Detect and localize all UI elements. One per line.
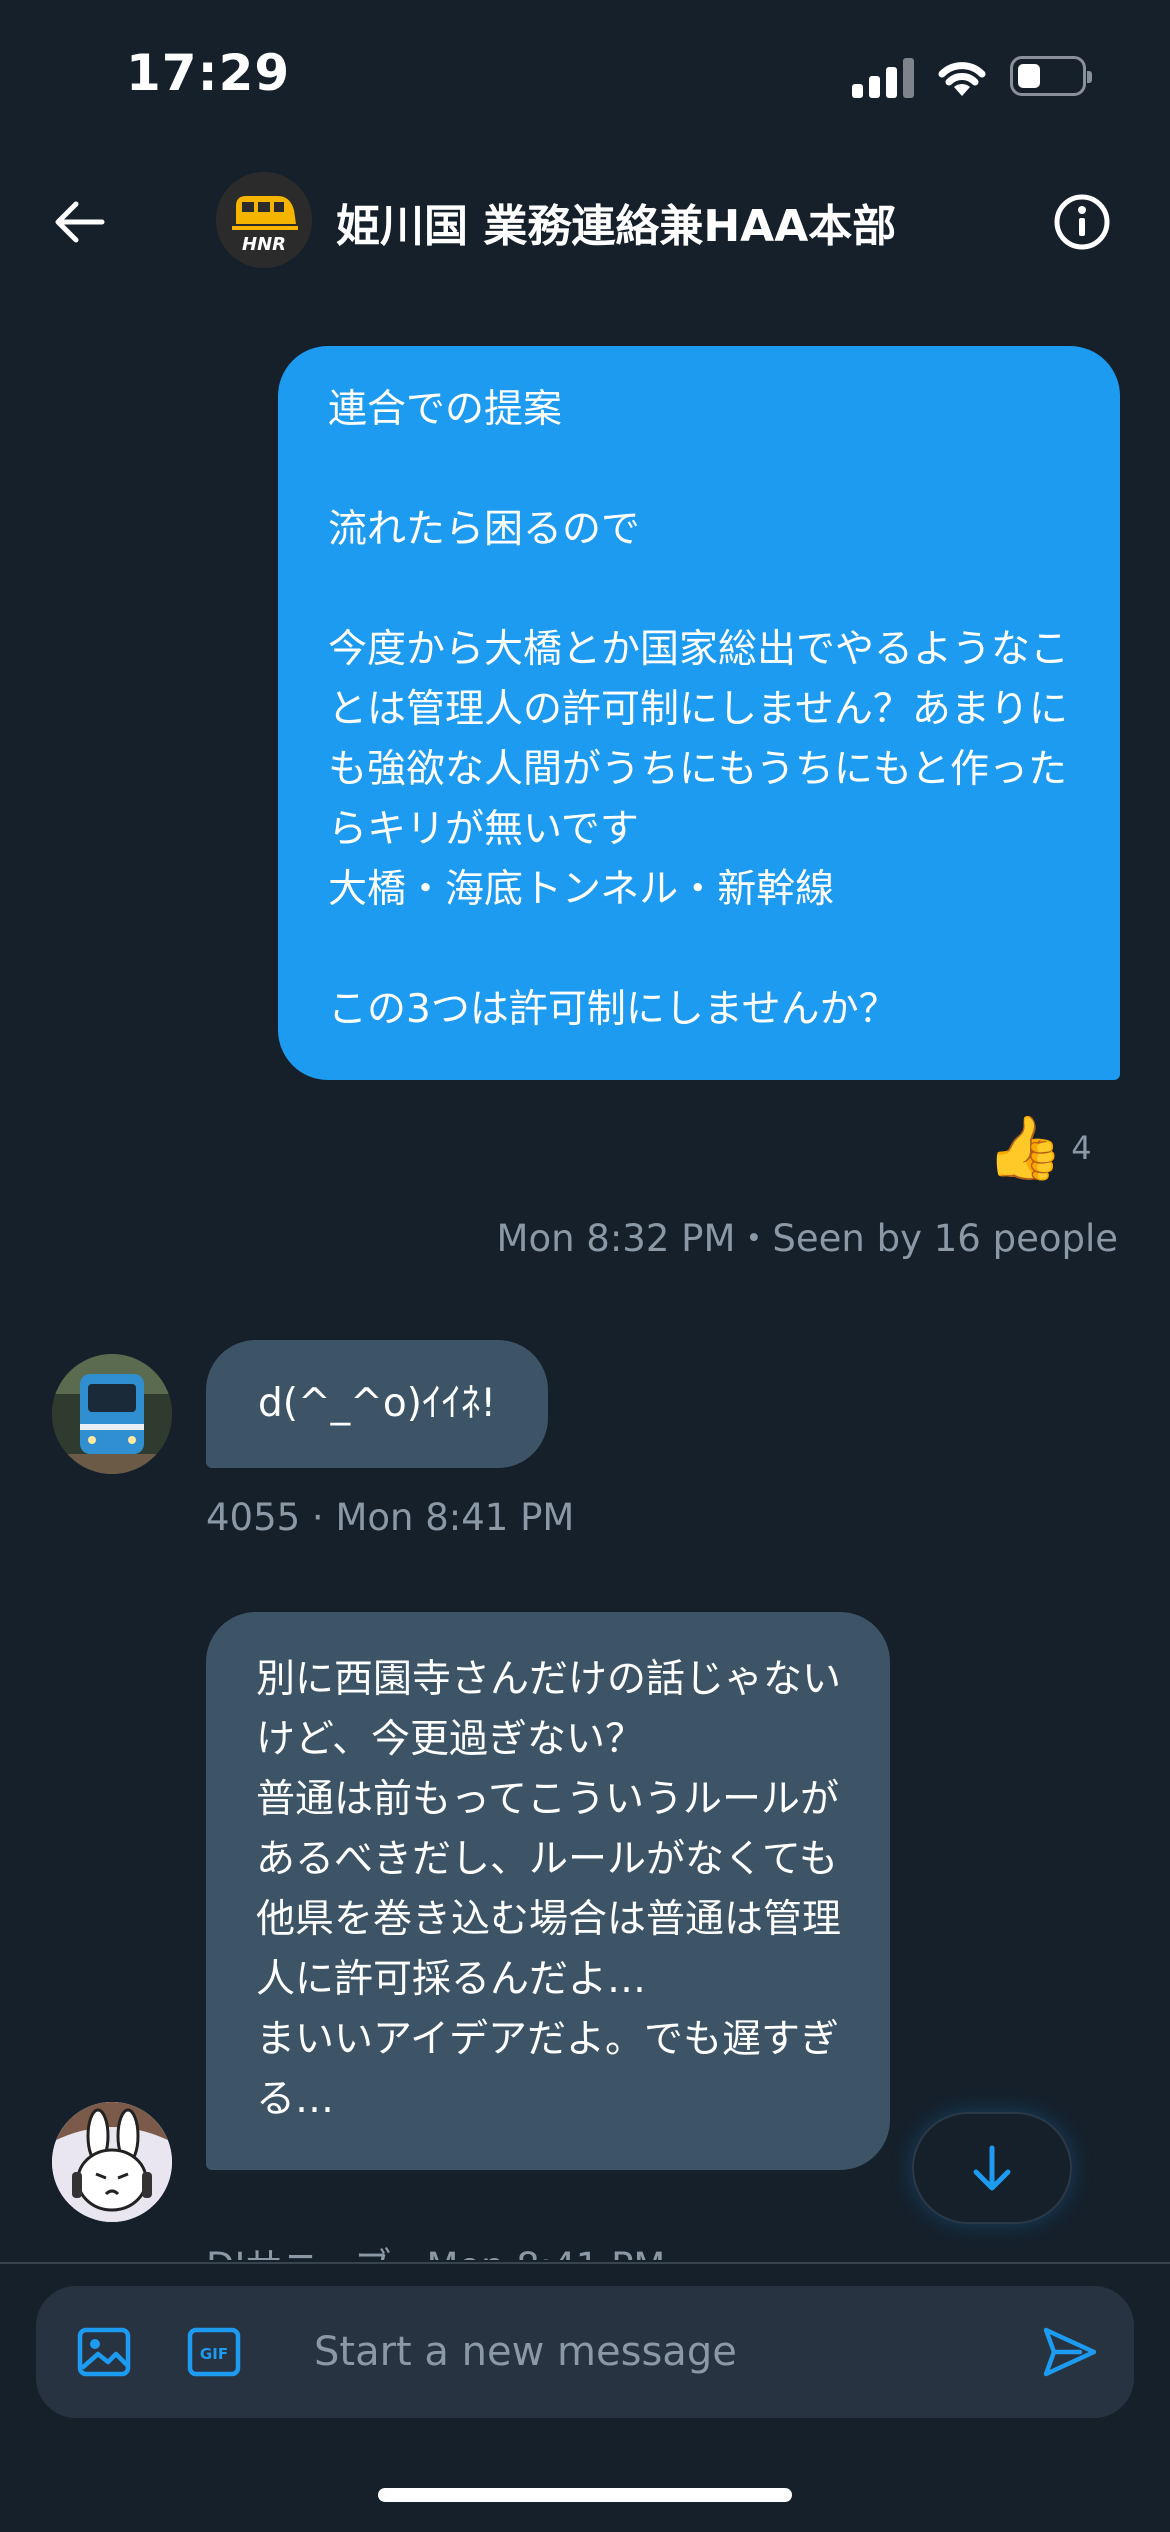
status-time: 17:29 [126, 44, 291, 102]
incoming-message-bubble[interactable]: d(^_^o)ｲｲﾈ! [206, 1340, 549, 1468]
cellular-signal-icon [852, 56, 914, 98]
incoming-message-meta: DJサニーブ · Mon 8:41 PM [206, 2236, 665, 2260]
wifi-icon [938, 62, 986, 96]
scroll-to-bottom-button[interactable] [912, 2112, 1072, 2224]
outgoing-message-meta: Mon 8:32 PM・Seen by 16 people [496, 1217, 1118, 1260]
message-list[interactable]: 連合での提案 流れたら困るので 今度から大橋とか国家総出でやるようなことは管理人… [0, 290, 1170, 2260]
rabbit-avatar-icon [52, 2102, 172, 2222]
send-icon [1043, 2327, 1097, 2377]
svg-text:GIF: GIF [200, 2345, 228, 2363]
message-composer: GIF [36, 2286, 1134, 2418]
arrow-down-icon [973, 2145, 1011, 2191]
send-button[interactable] [1040, 2322, 1100, 2382]
reaction-count: 4 [1071, 1129, 1092, 1167]
group-logo-text: HNR [242, 234, 286, 255]
battery-icon [1010, 56, 1092, 96]
back-button[interactable] [48, 190, 112, 254]
composer-divider [0, 2262, 1170, 2264]
thumbs-up-emoji: 👍 [986, 1111, 1064, 1184]
incoming-message-bubble[interactable]: 別に西園寺さんだけの話じゃないけど、今更過ぎない？ 普通は前もってこういうルール… [206, 1612, 890, 2170]
add-image-button[interactable] [74, 2322, 134, 2382]
info-button[interactable] [1052, 192, 1112, 252]
message-input[interactable] [314, 2322, 1034, 2382]
group-avatar[interactable]: HNR [216, 172, 312, 268]
conversation-title[interactable]: 姫川国 業務連絡兼HAA本部 [336, 190, 896, 254]
outgoing-message-bubble[interactable]: 連合での提案 流れたら困るので 今度から大橋とか国家総出でやるようなことは管理人… [278, 346, 1120, 1080]
avatar[interactable] [52, 1354, 172, 1474]
avatar[interactable] [52, 2102, 172, 2222]
gif-icon: GIF [187, 2327, 241, 2377]
reaction-badge[interactable]: 👍 4 [986, 1108, 1092, 1188]
info-icon [1054, 194, 1110, 250]
home-indicator[interactable] [378, 2488, 792, 2502]
add-gif-button[interactable]: GIF [184, 2322, 244, 2382]
incoming-message-meta: 4055 · Mon 8:41 PM [206, 1496, 575, 1539]
train-photo-avatar-icon [52, 1354, 172, 1474]
arrow-left-icon [55, 201, 105, 243]
status-bar: 17:29 [0, 0, 1170, 150]
image-icon [77, 2327, 131, 2377]
conversation-header: HNR 姫川国 業務連絡兼HAA本部 [0, 150, 1170, 290]
